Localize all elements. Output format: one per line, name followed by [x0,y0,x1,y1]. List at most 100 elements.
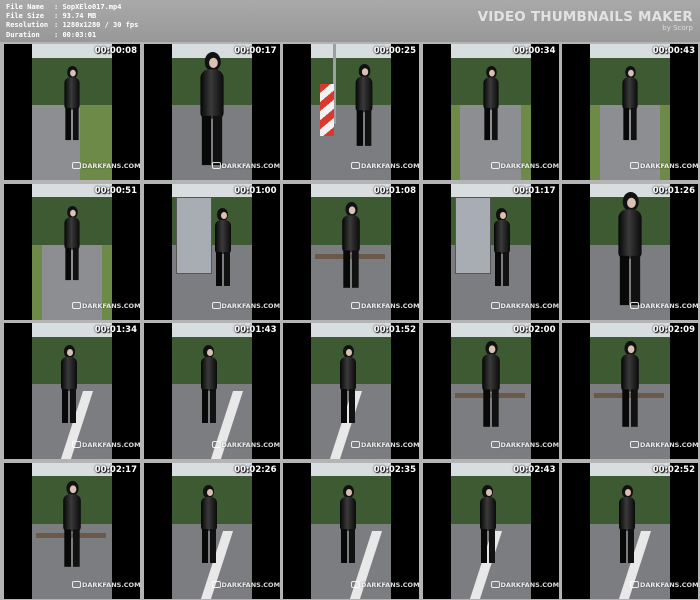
file-name-value: SopXElo017.mp4 [62,3,122,11]
video-thumbnail[interactable]: 00:00:08 DARKFANS.COM [4,44,140,180]
person-figure [194,484,224,565]
video-thumbnail[interactable]: 00:02:35 DARKFANS.COM [283,462,419,599]
brand-subtitle: by Scorp [662,24,693,32]
watermark-text: DARKFANS.COM [82,441,140,449]
video-thumbnail[interactable]: 00:01:17 DARKFANS.COM [422,183,559,320]
thumbnail-timestamp: 00:02:00 [513,325,556,335]
watermark-text: DARKFANS.COM [221,301,280,310]
thumbnail-frame [311,44,391,180]
video-thumbnail[interactable]: 00:02:09 DARKFANS.COM [562,323,698,459]
thumbnail-timestamp: 00:01:26 [652,185,695,196]
person-figure [474,341,507,429]
file-size-row: File Size: 93.74 MB [6,12,97,21]
watermark-icon [630,162,639,169]
resolution-label: Resolution [6,21,49,30]
watermark: DARKFANS.COM [490,162,559,170]
video-thumbnail[interactable]: 00:01:08 DARKFANS.COM [283,183,419,320]
file-name-label: File Name [6,3,44,11]
video-thumbnail[interactable]: 00:02:52 DARKFANS.COM [562,462,698,599]
video-thumbnail[interactable]: 00:02:43 DARKFANS.COM [422,462,559,599]
watermark-text: DARKFANS.COM [500,580,559,589]
video-thumbnail[interactable]: 00:00:17 DARKFANS.COM [143,44,280,180]
thumbnail-timestamp: 00:02:43 [513,464,556,475]
thumbnail-frame [590,323,670,459]
thumbnail-timestamp: 00:02:35 [373,464,416,475]
video-thumbnail[interactable]: 00:01:26 DARKFANS.COM [562,183,698,320]
watermark-text: DARKFANS.COM [221,580,280,589]
watermark: DARKFANS.COM [72,441,140,449]
person-figure [612,484,642,565]
video-thumbnail[interactable]: 00:00:34 DARKFANS.COM [422,44,559,180]
watermark-icon [490,162,500,169]
watermark: DARKFANS.COM [351,580,419,589]
thumbnail-timestamp: 00:00:25 [373,46,416,56]
watermark-text: DARKFANS.COM [221,162,280,170]
resolution-value: 1280x1280 / 30 fps [62,21,139,30]
video-thumbnail[interactable]: 00:01:52 DARKFANS.COM [283,323,419,459]
watermark-icon [351,162,360,169]
watermark-text: DARKFANS.COM [640,301,698,310]
brand-logo: VIDEO THUMBNAILS MAKER by Scorp [478,9,693,32]
thumbnail-frame [171,462,252,599]
thumbnail-frame [590,183,670,320]
thumbnail-frame [311,183,391,320]
thumbnail-timestamp: 00:01:17 [513,185,556,196]
watermark-icon [351,580,360,588]
watermark: DARKFANS.COM [351,441,419,449]
video-thumbnail[interactable]: 00:00:43 DARKFANS.COM [562,44,698,180]
watermark: DARKFANS.COM [490,441,559,449]
person-figure [333,484,363,565]
watermark: DARKFANS.COM [630,301,698,310]
video-thumbnail[interactable]: 00:02:00 DARKFANS.COM [422,323,559,459]
video-thumbnail[interactable]: 00:01:34 DARKFANS.COM [4,323,140,459]
thumbnail-frame [171,44,252,180]
video-thumbnail[interactable]: 00:02:17 DARKFANS.COM [4,462,140,599]
video-thumbnail[interactable]: 00:01:43 DARKFANS.COM [143,323,280,459]
person-figure [473,484,503,565]
watermark-icon [630,580,639,588]
thumbnail-timestamp: 00:01:34 [94,325,137,335]
watermark: DARKFANS.COM [490,580,559,589]
person-figure [487,207,517,288]
person-figure [348,64,380,148]
watermark-icon [490,580,500,588]
watermark-text: DARKFANS.COM [640,441,698,449]
watermark-icon [490,301,500,309]
watermark-icon [490,441,500,448]
person-figure [333,345,363,425]
person-figure [194,345,224,425]
watermark-icon [211,162,221,169]
duration-value: 00:03:01 [62,30,97,39]
file-size-value: 93.74 MB [62,12,97,21]
thumbnail-frame [311,323,391,459]
file-size-label: File Size [6,12,44,21]
video-thumbnail[interactable]: 00:02:26 DARKFANS.COM [143,462,280,599]
video-thumbnail[interactable]: 00:00:51 DARKFANS.COM [4,183,140,320]
thumbnail-timestamp: 00:01:00 [234,185,277,196]
watermark-icon [351,301,360,309]
watermark-text: DARKFANS.COM [361,162,419,170]
watermark-text: DARKFANS.COM [221,441,280,449]
watermark-icon [351,441,360,448]
thumbnail-timestamp: 00:00:08 [94,46,137,56]
watermark: DARKFANS.COM [72,301,140,310]
watermark-text: DARKFANS.COM [82,162,140,170]
watermark: DARKFANS.COM [630,162,698,170]
video-thumbnail[interactable]: 00:00:25 DARKFANS.COM [283,44,419,180]
watermark: DARKFANS.COM [630,441,698,449]
thumbnail-frame [450,183,531,320]
thumbnail-frame [32,323,112,459]
thumbnail-timestamp: 00:02:52 [652,464,695,475]
watermark-icon [211,580,221,588]
person-figure [608,191,652,308]
watermark: DARKFANS.COM [490,301,559,310]
thumbnail-frame [590,44,670,180]
thumbnail-timestamp: 00:01:08 [373,185,416,196]
brand-title: VIDEO THUMBNAILS MAKER [477,9,693,25]
watermark-text: DARKFANS.COM [640,162,698,170]
watermark: DARKFANS.COM [211,162,280,170]
thumbnail-frame [450,44,531,180]
video-thumbnail[interactable]: 00:01:00 DARKFANS.COM [143,183,280,320]
info-header: File Name: SopXElo017.mp4 File Size: 93.… [0,0,700,42]
thumbnail-timestamp: 00:01:43 [234,325,277,335]
